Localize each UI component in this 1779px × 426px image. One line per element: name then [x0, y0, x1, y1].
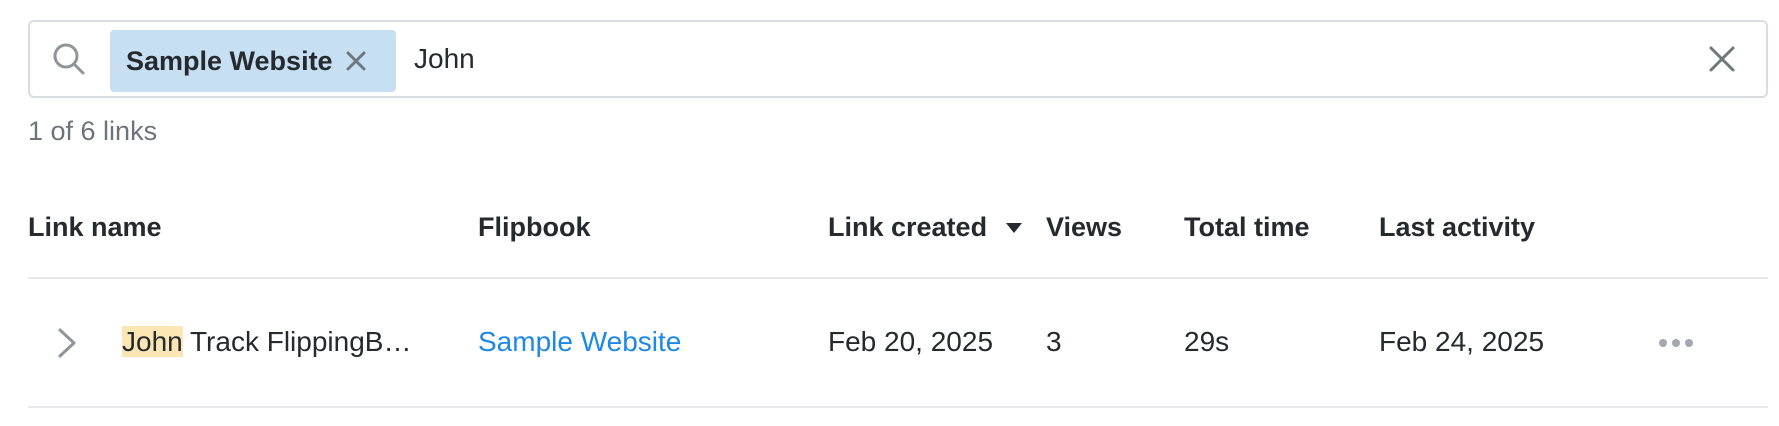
column-header-flipbook[interactable]: Flipbook	[478, 212, 590, 243]
total-time-cell: 29s	[1184, 326, 1230, 357]
search-bar[interactable]: Sample Website	[28, 20, 1768, 98]
search-icon	[53, 43, 85, 75]
row-divider	[28, 406, 1768, 408]
chevron-right-icon[interactable]	[54, 326, 80, 360]
column-header-total-time[interactable]: Total time	[1184, 212, 1310, 243]
link-created-cell: Feb 20, 2025	[828, 326, 994, 357]
link-name-text: Track FlippingBook Publisher	[189, 326, 427, 357]
search-highlight: John	[122, 326, 183, 357]
column-header-link-name[interactable]: Link name	[28, 212, 162, 243]
more-horizontal-icon[interactable]	[1658, 332, 1694, 354]
close-icon[interactable]	[341, 46, 371, 76]
results-count: 1 of 6 links	[28, 116, 158, 146]
search-input[interactable]	[414, 34, 1664, 84]
flipbook-link[interactable]: Sample Website	[478, 326, 681, 358]
last-activity-cell: Feb 24, 2025	[1379, 326, 1545, 357]
link-name-cell[interactable]: John Track FlippingBook Publisher	[122, 326, 427, 358]
column-header-last-activity[interactable]: Last activity	[1379, 212, 1535, 243]
filter-chip[interactable]: Sample Website	[110, 30, 396, 92]
column-header-views[interactable]: Views	[1046, 212, 1122, 243]
clear-icon[interactable]	[1706, 43, 1738, 75]
views-cell: 3	[1046, 326, 1062, 357]
header-divider	[28, 277, 1768, 279]
column-header-link-created[interactable]: Link created	[828, 212, 1023, 243]
filter-chip-label: Sample Website	[126, 45, 333, 76]
sort-down-icon	[1006, 222, 1023, 233]
column-header-label: Link created	[828, 212, 988, 242]
